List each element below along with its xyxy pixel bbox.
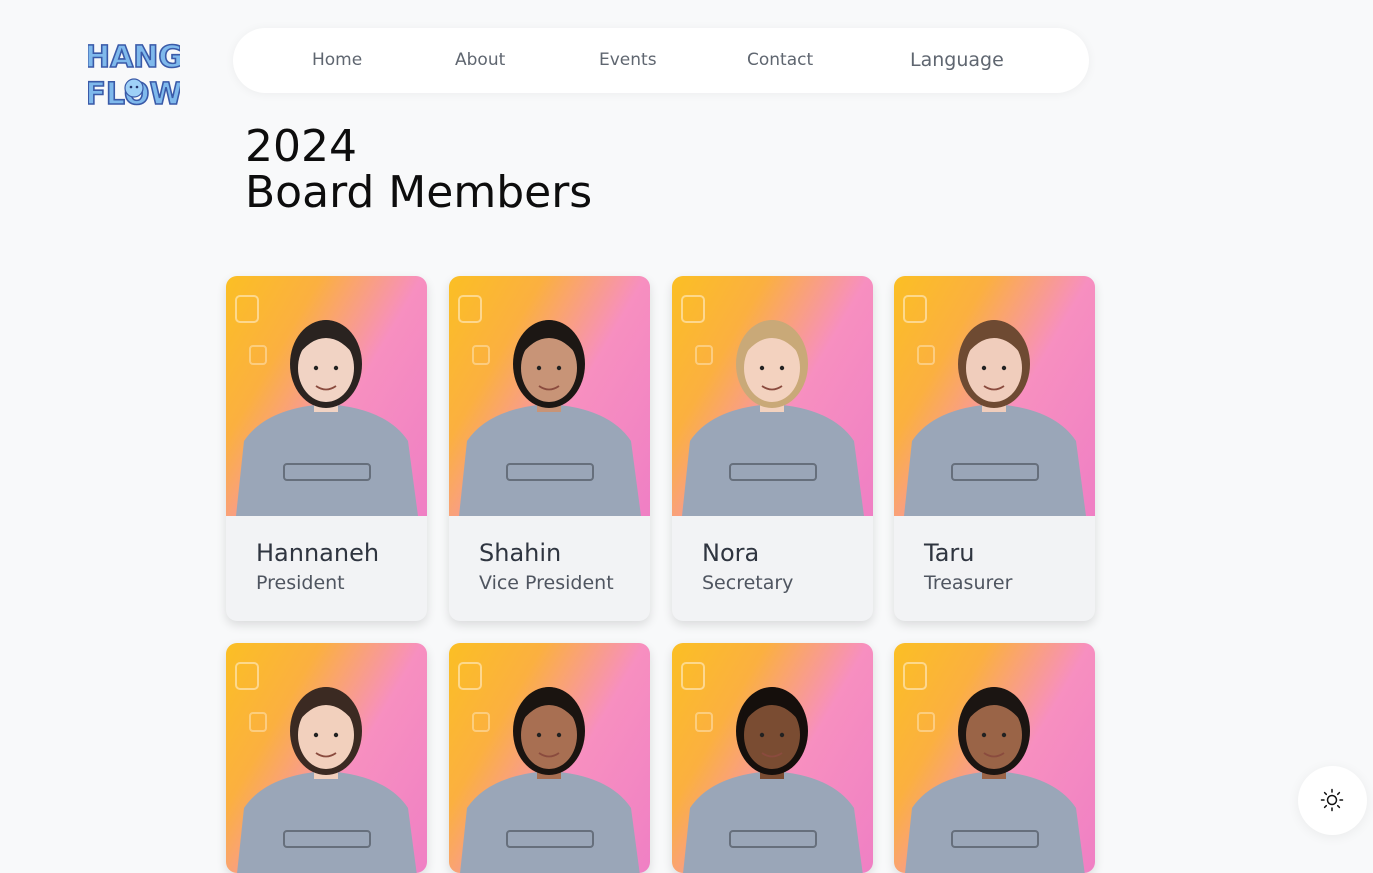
member-photo: [449, 643, 650, 873]
member-portrait: [458, 295, 641, 516]
member-card[interactable]: [226, 643, 427, 873]
member-role: Secretary: [702, 572, 794, 594]
member-card[interactable]: [894, 643, 1095, 873]
member-photo: [449, 276, 650, 516]
member-portrait: [903, 662, 1085, 873]
member-card[interactable]: Nora Secretary: [672, 276, 873, 621]
member-portrait: [681, 295, 864, 516]
nav-contact[interactable]: Contact: [747, 28, 813, 93]
member-photo: [672, 643, 873, 873]
member-name: Nora: [702, 539, 760, 567]
member-portrait: [903, 295, 1086, 516]
nav-events[interactable]: Events: [599, 28, 657, 93]
member-card[interactable]: Taru Treasurer: [894, 276, 1095, 621]
member-photo: [894, 643, 1095, 873]
member-photo: [672, 276, 873, 516]
page-title-text: Board Members: [245, 167, 593, 218]
sun-icon: [1320, 788, 1344, 812]
member-portrait: [235, 662, 417, 873]
member-card[interactable]: Hannaneh President: [226, 276, 427, 621]
member-portrait: [235, 295, 418, 516]
hangflow-logo[interactable]: HANG FLOW: [88, 34, 180, 110]
member-role: President: [256, 572, 345, 594]
member-name: Shahin: [479, 539, 562, 567]
main-nav: Home About Events Contact Language: [233, 28, 1089, 93]
member-name: Taru: [924, 539, 975, 567]
page-title: 2024 Board Members: [245, 124, 592, 216]
member-portrait: [681, 662, 863, 873]
member-role: Vice President: [479, 572, 614, 594]
member-card[interactable]: [672, 643, 873, 873]
svg-text:HANG: HANG: [88, 40, 180, 75]
member-photo: [226, 276, 427, 516]
member-photo: [894, 276, 1095, 516]
member-portrait: [458, 662, 640, 873]
member-card[interactable]: Shahin Vice President: [449, 276, 650, 621]
nav-language[interactable]: Language: [910, 28, 1004, 93]
theme-toggle-button[interactable]: [1298, 766, 1367, 835]
member-photo: [226, 643, 427, 873]
member-role: Treasurer: [924, 572, 1013, 594]
member-card[interactable]: [449, 643, 650, 873]
member-name: Hannaneh: [256, 539, 380, 567]
nav-home[interactable]: Home: [312, 28, 362, 93]
nav-about[interactable]: About: [455, 28, 505, 93]
page-title-year: 2024: [245, 121, 357, 172]
